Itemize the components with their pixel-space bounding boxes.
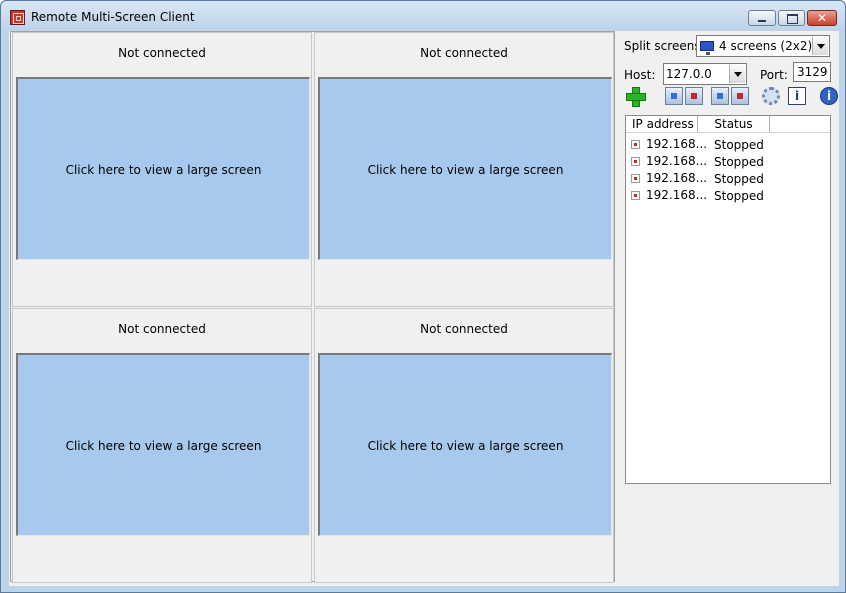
screen-cell-1: Not connected Click here to view a large… (12, 32, 312, 307)
stop-icon[interactable] (731, 87, 749, 105)
control-panel: Split screens: 4 screens (2x2) Host: 127… (623, 31, 838, 584)
list-item[interactable]: 192.168... Stopped (626, 170, 830, 187)
monitor-icon (700, 41, 714, 55)
host-label: Host: (624, 68, 656, 82)
screen-cell-4: Not connected Click here to view a large… (314, 308, 614, 583)
play-all-icon[interactable] (665, 87, 683, 105)
screen-prompt: Click here to view a large screen (65, 163, 262, 177)
row-status: Stopped (714, 138, 764, 152)
chevron-down-icon[interactable] (729, 65, 745, 83)
maximize-button[interactable] (778, 10, 805, 26)
screen-view-4[interactable]: Click here to view a large screen (318, 353, 612, 536)
connection-status: Not connected (118, 322, 206, 336)
properties-icon[interactable] (788, 87, 806, 105)
screen-view-1[interactable]: Click here to view a large screen (16, 77, 310, 260)
host-value: 127.0.0 (666, 67, 712, 81)
about-icon[interactable] (820, 87, 838, 105)
port-input[interactable]: 3129 (793, 62, 831, 82)
chevron-down-icon[interactable] (812, 37, 828, 55)
stopped-icon (631, 191, 640, 200)
minimize-button[interactable] (748, 10, 776, 26)
remote-screen-icon[interactable] (10, 10, 25, 25)
row-status: Stopped (714, 155, 764, 169)
row-ip: 192.168... (646, 154, 708, 168)
row-ip: 192.168... (646, 188, 708, 202)
add-icon[interactable] (625, 86, 646, 107)
stop-all-icon[interactable] (685, 87, 703, 105)
list-header: IP address Status (626, 116, 830, 133)
stopped-icon (631, 140, 640, 149)
row-ip: 192.168... (646, 171, 708, 185)
connection-status: Not connected (118, 46, 206, 60)
list-item[interactable]: 192.168... Stopped (626, 187, 830, 204)
split-screens-select[interactable]: 4 screens (2x2) (696, 35, 830, 57)
host-input[interactable]: 127.0.0 (663, 63, 747, 85)
window-title: Remote Multi-Screen Client (31, 10, 195, 24)
connection-status: Not connected (420, 322, 508, 336)
screen-view-2[interactable]: Click here to view a large screen (318, 77, 612, 260)
screen-prompt: Click here to view a large screen (367, 163, 564, 177)
row-status: Stopped (714, 189, 764, 203)
client-area: Not connected Click here to view a large… (9, 31, 839, 586)
connection-status: Not connected (420, 46, 508, 60)
title-bar[interactable]: Remote Multi-Screen Client ✕ (1, 1, 845, 31)
screen-prompt: Click here to view a large screen (367, 439, 564, 453)
column-status[interactable]: Status (698, 116, 770, 133)
screen-grid: Not connected Click here to view a large… (10, 31, 615, 583)
split-screens-value: 4 screens (2x2) (719, 39, 813, 53)
close-button[interactable]: ✕ (807, 10, 837, 26)
column-ip-address[interactable]: IP address (626, 116, 698, 133)
split-screens-label: Split screens: (624, 39, 705, 53)
connection-list[interactable]: IP address Status 192.168... Stopped 192… (625, 115, 831, 484)
list-item[interactable]: 192.168... Stopped (626, 153, 830, 170)
settings-icon[interactable] (762, 87, 780, 105)
screen-cell-3: Not connected Click here to view a large… (12, 308, 312, 583)
screen-view-3[interactable]: Click here to view a large screen (16, 353, 310, 536)
play-icon[interactable] (711, 87, 729, 105)
stopped-icon (631, 174, 640, 183)
close-icon: ✕ (816, 11, 828, 25)
screen-prompt: Click here to view a large screen (65, 439, 262, 453)
stopped-icon (631, 157, 640, 166)
app-window: Remote Multi-Screen Client ✕ Not connect… (0, 0, 846, 593)
port-label: Port: (760, 68, 788, 82)
screen-cell-2: Not connected Click here to view a large… (314, 32, 614, 307)
row-ip: 192.168... (646, 137, 708, 151)
row-status: Stopped (714, 172, 764, 186)
list-item[interactable]: 192.168... Stopped (626, 136, 830, 153)
